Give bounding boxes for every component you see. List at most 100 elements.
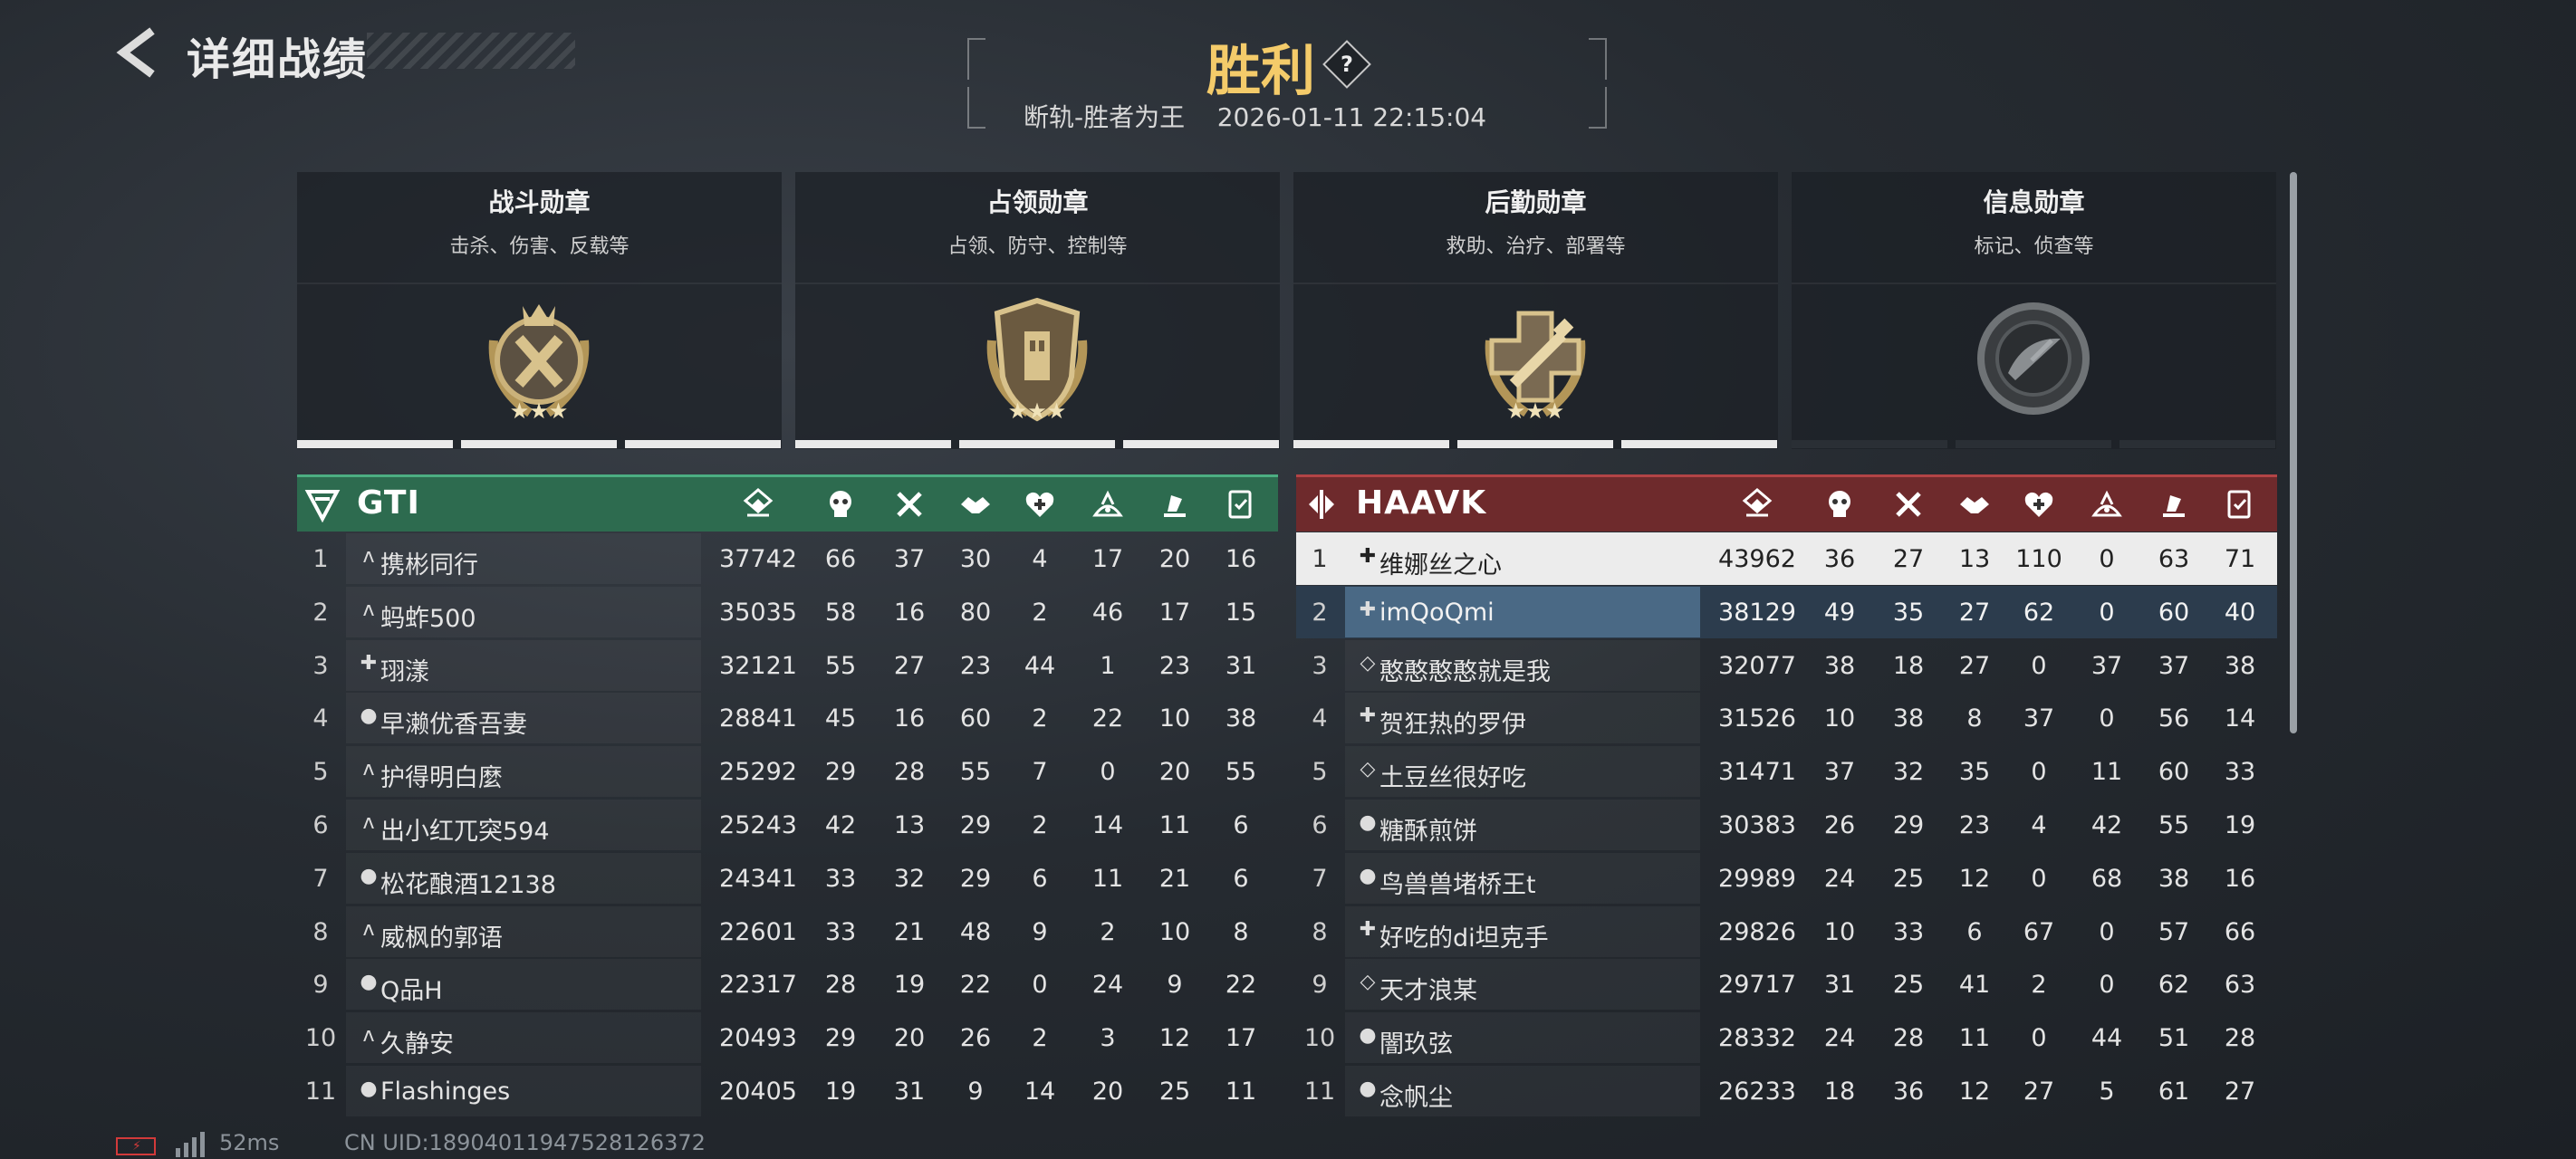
deaths-value: 21 (893, 917, 926, 946)
assists-value: 13 (1958, 545, 1991, 573)
kills-icon (1829, 491, 1850, 517)
score-value: 32077 (1718, 651, 1796, 680)
player-row[interactable]: 9 ● Q品H 22317 28 19 22 0 24 9 22 (297, 958, 1278, 1011)
player-rank: 11 (304, 1078, 337, 1106)
player-name: 贺狂热的罗伊 (1379, 711, 1526, 740)
capture-value: 46 (1091, 598, 1124, 627)
player-row[interactable]: 3 ✚ 珝漾 32121 55 27 23 44 1 23 31 (297, 639, 1278, 692)
medal-panel[interactable]: 占领勋章 占领、防守、控制等 ★★★ (795, 172, 1280, 449)
score-value: 37742 (719, 545, 797, 573)
player-row[interactable]: 7 ● 松花酿酒12138 24341 33 32 29 6 11 21 6 (297, 852, 1278, 905)
revive-value: 110 (2015, 545, 2062, 573)
player-rank: 2 (312, 598, 329, 627)
player-row[interactable]: 1 ʌ 携彬同行 37742 66 37 30 4 17 20 16 (297, 532, 1278, 585)
medal-progress-bar (795, 440, 951, 448)
score-value: 25243 (719, 811, 797, 839)
intel-medal-icon (1977, 302, 2090, 415)
medal-panel[interactable]: 战斗勋章 击杀、伤害、反载等 ★★★ (297, 172, 782, 449)
medal-progress-bar (1293, 440, 1449, 448)
capture-value: 1 (1100, 651, 1116, 680)
capture-value: 11 (1091, 864, 1124, 893)
capture-value: 22 (1091, 704, 1124, 733)
player-row[interactable]: 1 ✚ 维娜丝之心 43962 36 27 13 110 0 63 71 (1296, 532, 2277, 585)
player-name: 松花酿酒12138 (380, 870, 556, 899)
player-row[interactable]: 4 ● 早濑优香吾妻 28841 45 16 60 2 22 10 38 (297, 692, 1278, 744)
scrollbar[interactable] (2290, 172, 2297, 733)
support-value: 16 (1225, 545, 1257, 573)
score-value: 43962 (1718, 545, 1796, 573)
medal-panel[interactable]: 后勤勋章 救助、治疗、部署等 ★★★ (1293, 172, 1778, 449)
assists-value: 41 (1958, 971, 1991, 1000)
medal-title: 信息勋章 (1983, 187, 2085, 217)
player-name: Flashinges (380, 1078, 511, 1106)
support-value: 16 (2224, 864, 2256, 893)
support-class-icon: ● (360, 704, 378, 728)
player-row[interactable]: 10 ʌ 久静安 20493 29 20 26 2 3 12 17 (297, 1011, 1278, 1064)
deaths-value: 16 (893, 704, 926, 733)
deaths-value: 32 (1892, 758, 1925, 787)
player-row[interactable]: 6 ʌ 出小红兀突594 25243 42 13 29 2 14 11 6 (297, 799, 1278, 851)
vehicle-value: 10 (1158, 704, 1191, 733)
player-row[interactable]: 9 ◇ 天才浪某 29717 31 25 41 2 0 62 63 (1296, 958, 2277, 1011)
player-name: 天才浪某 (1379, 977, 1477, 1006)
kills-icon (830, 491, 851, 517)
player-name: 蚂蚱500 (380, 604, 476, 633)
deaths-icon (897, 492, 922, 517)
score-value: 31526 (1718, 704, 1796, 733)
medic-class-icon: ✚ (360, 651, 378, 675)
medal-title: 占领勋章 (986, 187, 1089, 217)
medal-panel[interactable]: 信息勋章 标记、侦查等 (1792, 172, 2276, 449)
player-row[interactable]: 4 ✚ 贺狂热的罗伊 31526 10 38 8 37 0 56 14 (1296, 692, 2277, 744)
capture-value: 37 (2091, 651, 2123, 680)
score-value: 26233 (1718, 1078, 1796, 1106)
player-name: 护得明白麼 (380, 764, 503, 793)
revive-value: 67 (2023, 917, 2055, 946)
vehicle-value: 25 (1158, 1078, 1191, 1106)
player-row[interactable]: 10 ● 闇玖弦 28332 24 28 11 0 44 51 28 (1296, 1011, 2277, 1064)
kills-value: 18 (1823, 1078, 1856, 1106)
player-row[interactable]: 6 ● 糖酥煎饼 30383 26 29 23 4 42 55 19 (1296, 799, 2277, 851)
player-name: 维娜丝之心 (1379, 551, 1502, 580)
support-class-icon: ● (1359, 811, 1377, 834)
revive-value: 44 (1024, 651, 1056, 680)
player-row[interactable]: 2 ✚ imQoQmi 38129 49 35 27 62 0 60 40 (1296, 585, 2277, 638)
player-row[interactable]: 11 ● Flashinges 20405 19 31 9 14 20 25 11 (297, 1065, 1278, 1117)
player-row[interactable]: 3 ◇ 憨憨憨憨就是我 32077 38 18 27 0 37 37 38 (1296, 639, 2277, 692)
deaths-value: 16 (893, 598, 926, 627)
recon-class-icon: ◇ (1360, 758, 1376, 781)
player-row[interactable]: 5 ◇ 土豆丝很好吃 31471 37 32 35 0 11 60 33 (1296, 745, 2277, 798)
player-row[interactable]: 7 ● 鸟兽兽堵桥王t 29989 24 25 12 0 68 38 16 (1296, 852, 2277, 905)
capture-value: 5 (2099, 1078, 2115, 1106)
score-value: 24341 (719, 864, 797, 893)
capture-value: 42 (2091, 811, 2123, 839)
medal-title: 后勤勋章 (1485, 187, 1587, 217)
assists-value: 12 (1958, 864, 1991, 893)
medal-description: 占领、防守、控制等 (947, 235, 1128, 258)
team-logo-icon (304, 490, 341, 522)
kills-value: 29 (824, 1024, 857, 1053)
player-name: 携彬同行 (380, 551, 478, 580)
support-value: 14 (2224, 704, 2256, 733)
score-value: 20405 (719, 1078, 797, 1106)
revive-value: 4 (2031, 811, 2047, 839)
revive-value: 0 (2031, 1024, 2047, 1053)
player-row[interactable]: 5 ʌ 护得明白麼 25292 29 28 55 7 0 20 55 (297, 745, 1278, 798)
vehicle-value: 37 (2158, 651, 2190, 680)
kills-value: 29 (824, 758, 857, 787)
player-name: 早濑优香吾妻 (380, 711, 527, 740)
back-arrow-icon[interactable] (116, 27, 159, 78)
player-rank: 2 (1312, 598, 1328, 627)
deaths-value: 25 (1892, 864, 1925, 893)
revive-value: 2 (1032, 598, 1048, 627)
player-row[interactable]: 8 ʌ 威枫的郭语 22601 33 21 48 9 2 10 8 (297, 905, 1278, 958)
capture-value: 2 (1100, 917, 1116, 946)
support-value: 6 (1233, 811, 1249, 839)
assists-value: 9 (967, 1078, 984, 1106)
player-row[interactable]: 2 ʌ 蚂蚱500 35035 58 16 80 2 46 17 15 (297, 586, 1278, 638)
vehicle-icon (2163, 495, 2185, 517)
player-rank: 3 (312, 651, 329, 680)
player-rank: 10 (304, 1024, 337, 1053)
player-row[interactable]: 8 ✚ 好吃的di坦克手 29826 10 33 6 67 0 57 66 (1296, 905, 2277, 958)
player-row[interactable]: 11 ● 念帆尘 26233 18 36 12 27 5 61 27 (1296, 1065, 2277, 1117)
medal-divider (795, 283, 1280, 284)
